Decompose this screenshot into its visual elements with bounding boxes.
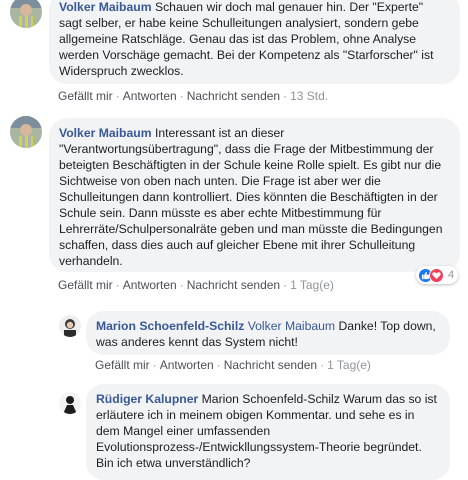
like-link[interactable]: Gefällt mir — [58, 89, 113, 103]
like-link[interactable]: Gefällt mir — [95, 358, 150, 372]
avatar[interactable] — [59, 315, 81, 337]
avatar[interactable] — [10, 0, 42, 28]
send-message-link[interactable]: Nachricht senden — [187, 278, 280, 292]
send-message-link[interactable]: Nachricht senden — [224, 358, 317, 372]
like-link[interactable]: Gefällt mir — [58, 278, 113, 292]
comment-bubble: Volker Maibaum Interessant ist an dieser… — [49, 118, 460, 272]
reaction-count: 4 — [448, 269, 455, 281]
comment-author[interactable]: Volker Maibaum — [59, 126, 152, 140]
comment-timestamp[interactable]: 1 Tag(e) — [327, 358, 371, 372]
comment-bubble: Volker Maibaum Schauen wir doch mal gena… — [49, 0, 460, 84]
reply-link[interactable]: Antworten — [123, 278, 177, 292]
profile-photo-icon — [59, 315, 81, 337]
mention-link[interactable]: Volker Maibaum — [248, 319, 335, 333]
comment-author[interactable]: Rüdiger Kalupner — [96, 392, 198, 406]
comment-timestamp[interactable]: 1 Tag(e) — [290, 278, 334, 292]
profile-photo-icon — [10, 116, 42, 148]
send-message-link[interactable]: Nachricht senden — [187, 89, 280, 103]
comment-timestamp[interactable]: 13 Std. — [290, 89, 328, 103]
comment-author[interactable]: Marion Schoenfeld-Schilz — [96, 319, 244, 333]
profile-photo-icon — [10, 0, 42, 28]
reactions-summary[interactable]: 4 — [416, 266, 459, 284]
avatar[interactable] — [10, 116, 42, 148]
reply-1: Marion Schoenfeld-Schilz Volker Maibaum … — [0, 300, 468, 380]
avatar[interactable] — [59, 392, 81, 414]
reply-link[interactable]: Antworten — [160, 358, 214, 372]
reply-bubble: Marion Schoenfeld-Schilz Volker Maibaum … — [86, 311, 450, 355]
comment-actions: Gefällt mir · Antworten · Nachricht senden · 1… — [58, 278, 334, 292]
profile-photo-icon — [59, 392, 81, 414]
comment-text: Interessant ist an dieser "Verantwortung… — [59, 126, 443, 268]
comment-author[interactable]: Volker Maibaum — [59, 0, 152, 14]
reply-bubble: Rüdiger Kalupner Marion Schoenfeld-Schil… — [86, 384, 450, 480]
comment-actions: Gefällt mir · Antworten · Nachricht senden · 1… — [95, 358, 371, 372]
reply-link[interactable]: Antworten — [123, 89, 177, 103]
comment-2: Volker Maibaum Interessant ist an dieser… — [0, 110, 468, 300]
reply-2: Rüdiger Kalupner Marion Schoenfeld-Schil… — [0, 380, 468, 480]
comment-actions: Gefällt mir · Antworten · Nachricht senden · 1… — [58, 89, 329, 103]
comment-1: Volker Maibaum Schauen wir doch mal gena… — [0, 0, 468, 110]
love-icon — [429, 267, 444, 283]
